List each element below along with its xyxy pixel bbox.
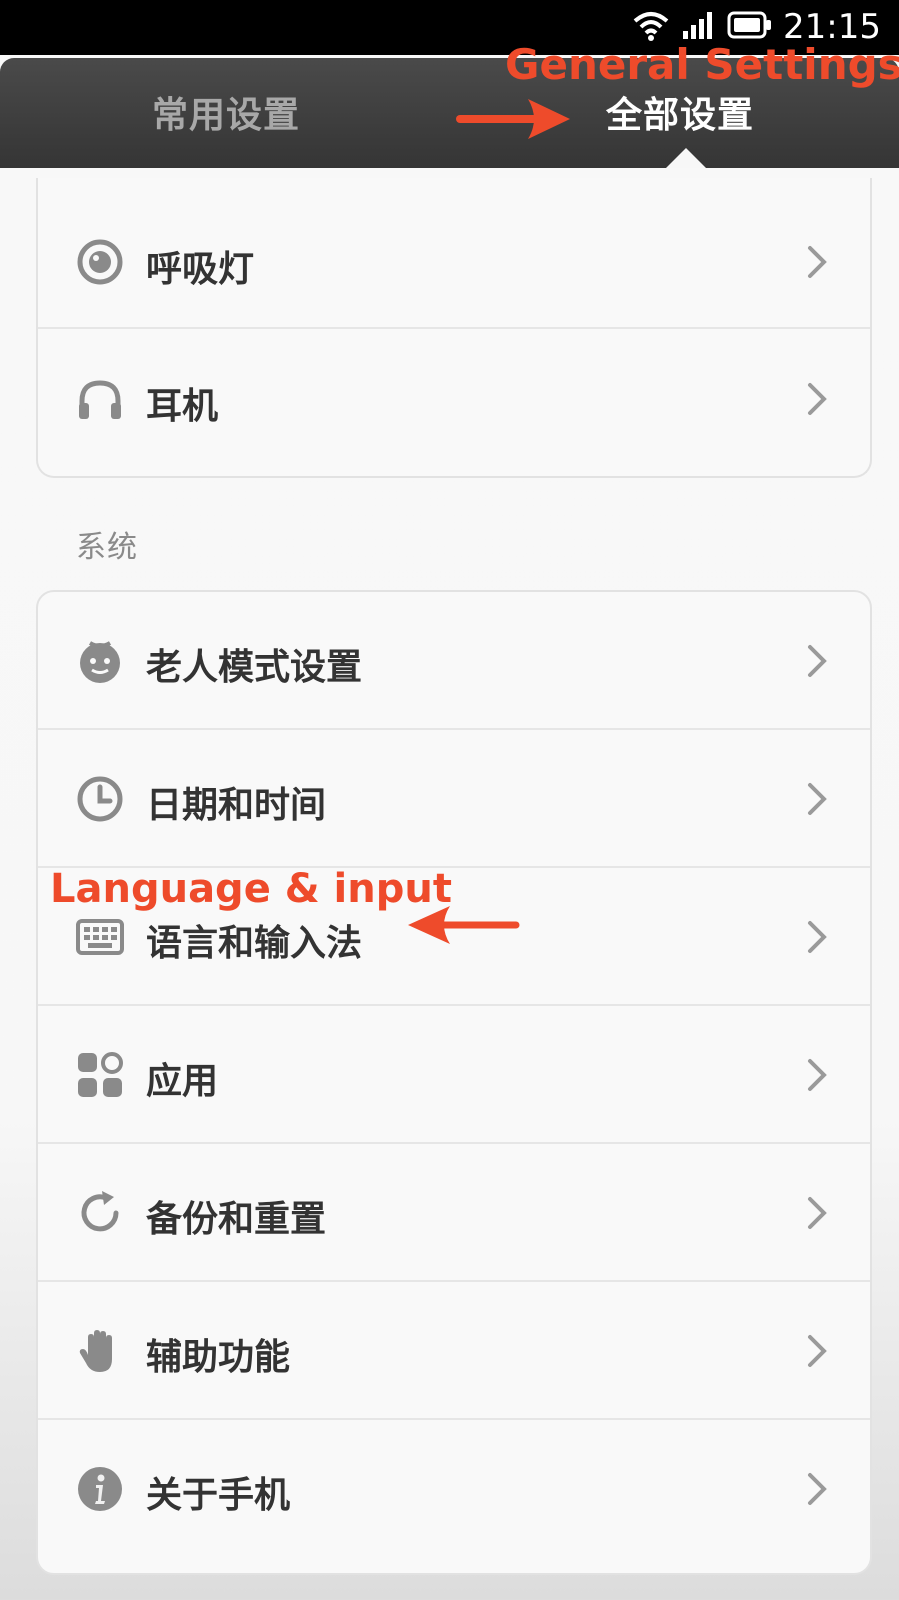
- settings-row-apps[interactable]: 应用: [38, 1006, 870, 1144]
- breathing-light-icon: [76, 238, 124, 286]
- annotation-arrow-left-icon: [408, 906, 520, 944]
- tab-all-settings[interactable]: 全部设置: [606, 86, 754, 138]
- settings-row-label: 关于手机: [146, 1475, 291, 1516]
- keyboard-icon: [76, 913, 124, 961]
- settings-group-top: 呼吸灯 耳机: [36, 178, 872, 478]
- headphones-icon: [76, 375, 124, 423]
- chevron-right-icon: [808, 1473, 827, 1505]
- settings-row-date-time[interactable]: 日期和时间: [38, 730, 870, 868]
- settings-row-headphones[interactable]: 耳机: [38, 329, 870, 469]
- chevron-right-icon: [808, 1335, 827, 1367]
- chevron-right-icon: [808, 921, 827, 953]
- settings-group-system: 老人模式设置 日期和时间 语言和输入法 应用 备份和重置 辅助功能 关于手机: [36, 590, 872, 1575]
- settings-row-label: 耳机: [146, 386, 219, 427]
- clock-icon: [76, 775, 124, 823]
- accessibility-hand-icon: [76, 1327, 124, 1375]
- settings-row-label: 备份和重置: [146, 1199, 327, 1240]
- settings-row-label: 辅助功能: [146, 1337, 291, 1378]
- active-tab-pointer: [666, 148, 706, 168]
- chevron-right-icon: [808, 783, 827, 815]
- elderly-mode-icon: [76, 637, 124, 685]
- annotation-general-settings: General Settings: [505, 40, 899, 89]
- annotation-arrow-right-icon: [456, 99, 570, 139]
- settings-row-backup-reset[interactable]: 备份和重置: [38, 1144, 870, 1282]
- settings-row-label: 老人模式设置: [146, 647, 363, 688]
- chevron-right-icon: [808, 1059, 827, 1091]
- backup-reset-icon: [76, 1189, 124, 1237]
- chevron-right-icon: [808, 383, 827, 415]
- settings-row-about-phone[interactable]: 关于手机: [38, 1420, 870, 1573]
- section-title-system: 系统: [76, 530, 138, 565]
- battery-icon: [727, 10, 773, 44]
- settings-row-label: 应用: [146, 1061, 219, 1102]
- settings-row-accessibility[interactable]: 辅助功能: [38, 1282, 870, 1420]
- info-icon: [76, 1465, 124, 1513]
- settings-row-label: 语言和输入法: [146, 923, 363, 964]
- settings-row-elderly-mode[interactable]: 老人模式设置: [38, 592, 870, 730]
- tab-common-settings[interactable]: 常用设置: [152, 86, 300, 138]
- apps-icon: [76, 1051, 124, 1099]
- chevron-right-icon: [808, 1197, 827, 1229]
- chevron-right-icon: [808, 246, 827, 278]
- annotation-language-input: Language & input: [50, 866, 452, 912]
- settings-row-label: 日期和时间: [146, 785, 327, 826]
- settings-row-label: 呼吸灯: [146, 249, 255, 290]
- chevron-right-icon: [808, 645, 827, 677]
- settings-row-breathing-light[interactable]: 呼吸灯: [38, 196, 870, 329]
